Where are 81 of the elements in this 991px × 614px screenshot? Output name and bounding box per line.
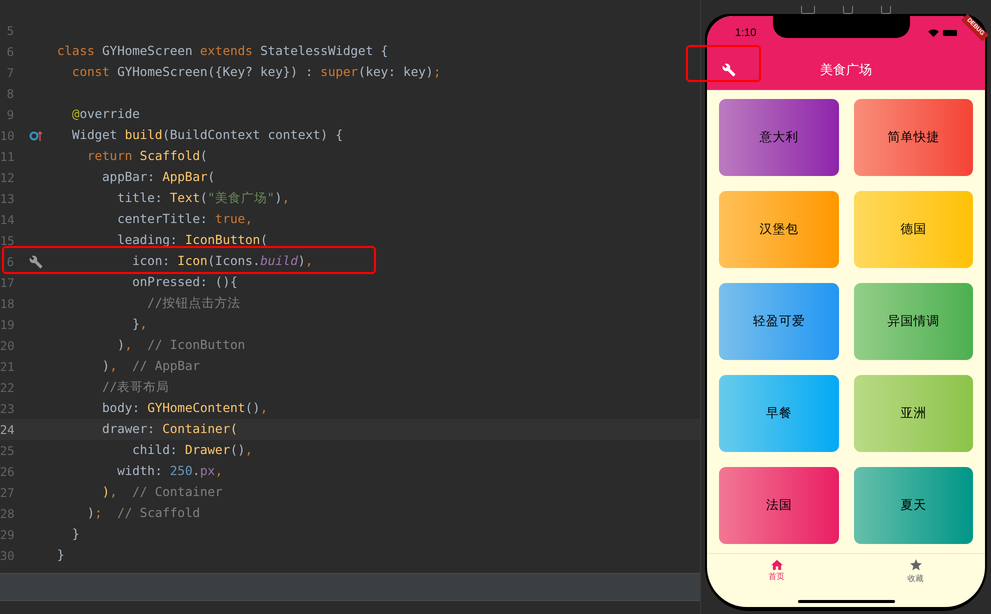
category-card[interactable]: 法国 [719,467,838,544]
code-line: ), // IconButton [116,336,246,354]
line-number: 17 [0,274,14,292]
category-card[interactable]: 夏天 [854,467,973,544]
code-line: class GYHomeScreen extends StatelessWidget { [57,42,388,60]
line-number: 15 [0,232,14,250]
line-number: 29 [0,526,14,544]
line-number: 20 [0,338,14,354]
code-line: } [57,546,65,564]
code-line: ), // AppBar [101,357,200,376]
code-line: leading: IconButton( [116,231,268,250]
code-line: drawer: Container( [101,420,238,438]
line-number: 21 [0,358,14,376]
line-number: 12 [0,170,14,186]
wrench-icon[interactable] [28,254,42,268]
category-label: 德国 [900,221,926,238]
code-line: child: Drawer(), [131,441,253,460]
category-card[interactable]: 亚洲 [854,375,973,452]
code-line: appBar: AppBar( [101,168,216,186]
category-card[interactable]: 早餐 [719,375,838,452]
code-line: const GYHomeScreen({Key? key}) : super(key: key); [71,63,441,82]
code-line: Widget build(BuildContext context) { [71,126,343,144]
category-label: 意大利 [759,129,798,146]
category-label: 简单快捷 [887,129,940,146]
line-number: 18 [0,296,14,312]
code-line: body: GYHomeContent(), [101,399,268,418]
category-label: 汉堡包 [759,221,798,238]
line-number: 22 [0,380,14,396]
category-label: 轻盈可爱 [752,313,805,330]
line-number: 28 [0,506,14,522]
category-card[interactable]: 德国 [854,191,973,268]
line-number: 5 [6,22,14,40]
line-number: 11 [0,148,14,166]
category-label: 异国情调 [887,313,940,330]
code-line: title: Text("美食广场"), [116,189,290,208]
code-line: return Scaffold( [86,147,208,166]
code-line: onPressed: (){ [131,273,238,292]
category-card[interactable]: 简单快捷 [854,99,973,176]
line-number: 6 [6,44,14,60]
line-number: 30 [0,548,14,564]
wrench-icon [722,63,736,77]
line-number: 19 [0,316,14,334]
category-card[interactable]: 轻盈可爱 [719,283,838,360]
line-number: 13 [0,190,14,208]
code-line: ); // Scaffold [86,504,200,522]
category-label: 法国 [766,497,792,514]
nav-tab[interactable]: 收藏 [846,558,985,585]
code-line: @override [71,105,140,124]
line-number: 8 [6,86,14,102]
category-label: 早餐 [766,405,792,422]
line-number: 14 [0,212,14,228]
line-number: 25 [0,442,14,460]
code-line: //表哥布局 [101,378,170,396]
code-line: width: 250.px, [116,462,223,480]
category-card[interactable]: 异国情调 [854,283,973,360]
override-icon[interactable] [28,130,42,142]
nav-tab[interactable]: 首页 [707,558,846,585]
line-number: 7 [6,64,14,82]
line-number: 26 [0,464,14,480]
category-label: 夏天 [900,497,926,514]
line-number: 10 [0,128,14,144]
line-number: 6 [6,254,14,270]
line-number: 9 [6,106,14,124]
code-line: ), // Container [101,483,223,502]
code-line: } [71,525,80,544]
star-icon [908,558,922,572]
home-icon [770,558,784,570]
battery-icon [943,30,957,36]
category-card[interactable]: 汉堡包 [719,191,838,268]
line-number: 27 [0,484,14,502]
category-card[interactable]: 意大利 [719,99,838,176]
code-line: centerTitle: true, [116,210,253,228]
wifi-icon [928,29,939,37]
category-label: 亚洲 [900,405,926,422]
status-time: 1:10 [735,26,756,41]
line-number: 23 [0,400,14,418]
app-title: 美食广场 [820,61,872,80]
code-line: icon: Icon(Icons.build), [131,252,313,270]
line-number: 24 [0,422,14,438]
code-line: }, [131,315,148,334]
code-line: //按钮点击方法 [146,294,240,312]
